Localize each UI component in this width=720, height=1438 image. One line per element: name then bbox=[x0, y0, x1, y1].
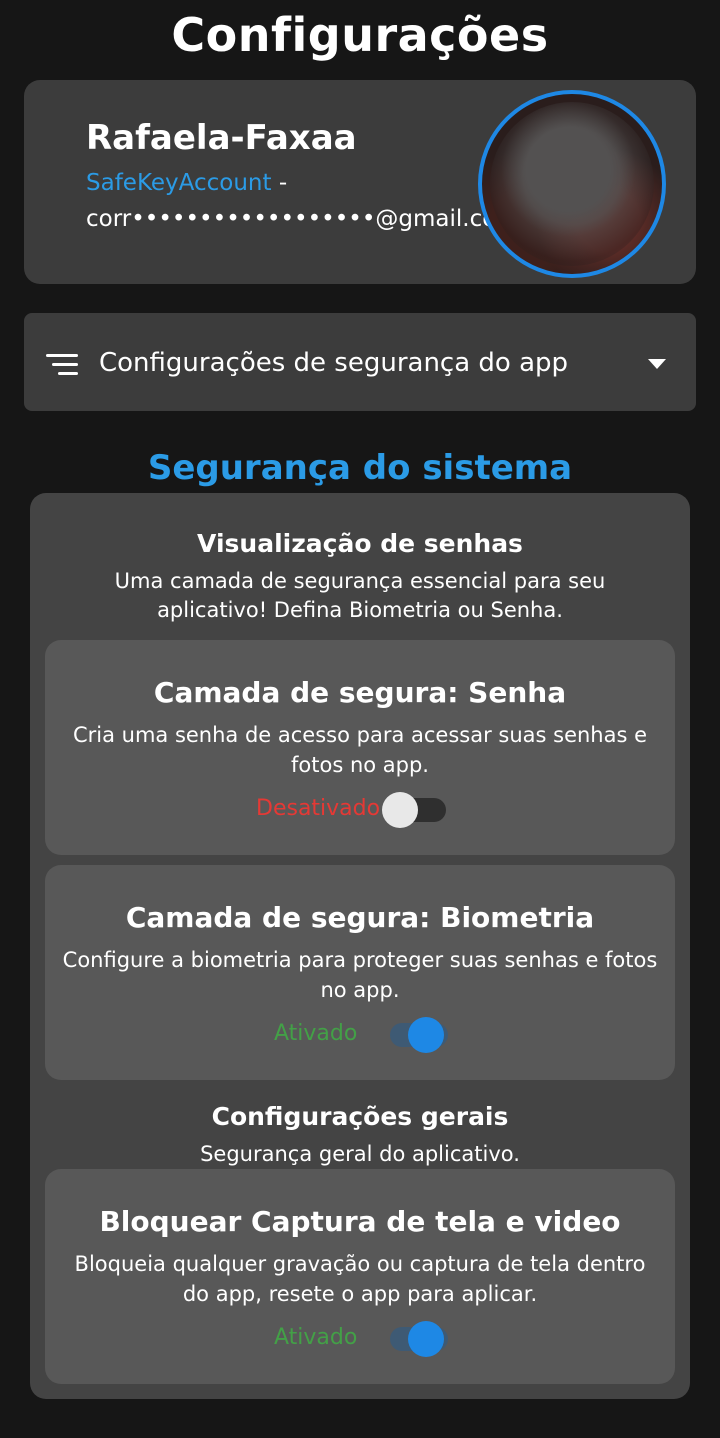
group-title-password-view: Visualização de senhas bbox=[197, 529, 523, 558]
option-description: Bloqueia qualquer gravação ou captura de… bbox=[74, 1252, 646, 1306]
biometric-layer-toggle[interactable] bbox=[384, 1015, 448, 1055]
dropdown-label: Configurações de segurança do app bbox=[99, 348, 569, 378]
option-card-biometric-layer: Camada de segura: Biometria Configure a … bbox=[45, 865, 675, 1080]
toggle-status-label: Ativado bbox=[274, 1325, 358, 1350]
option-card-block-screen-capture: Bloquear Captura de tela e video Bloquei… bbox=[45, 1169, 675, 1384]
menu-lines-icon bbox=[46, 354, 78, 376]
toggle-row: Ativado bbox=[45, 1015, 675, 1055]
block-screen-capture-toggle[interactable] bbox=[384, 1319, 448, 1359]
switch-thumb bbox=[408, 1017, 444, 1053]
password-layer-toggle[interactable] bbox=[382, 790, 446, 830]
chevron-down-icon[interactable] bbox=[648, 359, 666, 369]
option-description: Cria uma senha de acesso para acessar su… bbox=[72, 723, 648, 777]
profile-email: corr••••••••••••••••••@gmail.com bbox=[86, 206, 519, 232]
toggle-status-label: Ativado bbox=[274, 1021, 358, 1046]
security-settings-dropdown[interactable]: Configurações de segurança do app bbox=[24, 313, 696, 411]
security-section-panel: Visualização de senhas Uma camada de seg… bbox=[30, 493, 690, 1399]
option-description: Configure a biometria para proteger suas… bbox=[62, 948, 658, 1002]
switch-thumb bbox=[382, 792, 418, 828]
page-title: Configurações bbox=[171, 8, 549, 62]
avatar[interactable] bbox=[478, 90, 666, 278]
account-label[interactable]: SafeKeyAccount bbox=[86, 170, 272, 196]
switch-thumb bbox=[408, 1321, 444, 1357]
option-card-password-layer: Camada de segura: Senha Cria uma senha d… bbox=[45, 640, 675, 855]
account-separator: - bbox=[271, 170, 288, 196]
avatar-image bbox=[490, 102, 654, 266]
group-description-general-settings: Segurança geral do aplicativo. bbox=[200, 1142, 520, 1166]
toggle-row: Ativado bbox=[45, 1319, 675, 1359]
toggle-row: Desativado bbox=[45, 790, 675, 830]
account-line: SafeKeyAccount - bbox=[86, 170, 287, 196]
option-title: Camada de segura: Senha bbox=[153, 676, 567, 709]
group-description-password-view: Uma camada de segurança essencial para s… bbox=[114, 569, 606, 622]
section-title: Segurança do sistema bbox=[147, 448, 573, 488]
option-title: Camada de segura: Biometria bbox=[125, 901, 595, 934]
toggle-status-label: Desativado bbox=[256, 796, 381, 821]
option-title: Bloquear Captura de tela e video bbox=[99, 1205, 621, 1238]
group-title-general-settings: Configurações gerais bbox=[211, 1102, 509, 1131]
profile-name: Rafaela-Faxaa bbox=[86, 118, 357, 158]
profile-card[interactable]: Rafaela-Faxaa SafeKeyAccount - corr•••••… bbox=[24, 80, 696, 284]
